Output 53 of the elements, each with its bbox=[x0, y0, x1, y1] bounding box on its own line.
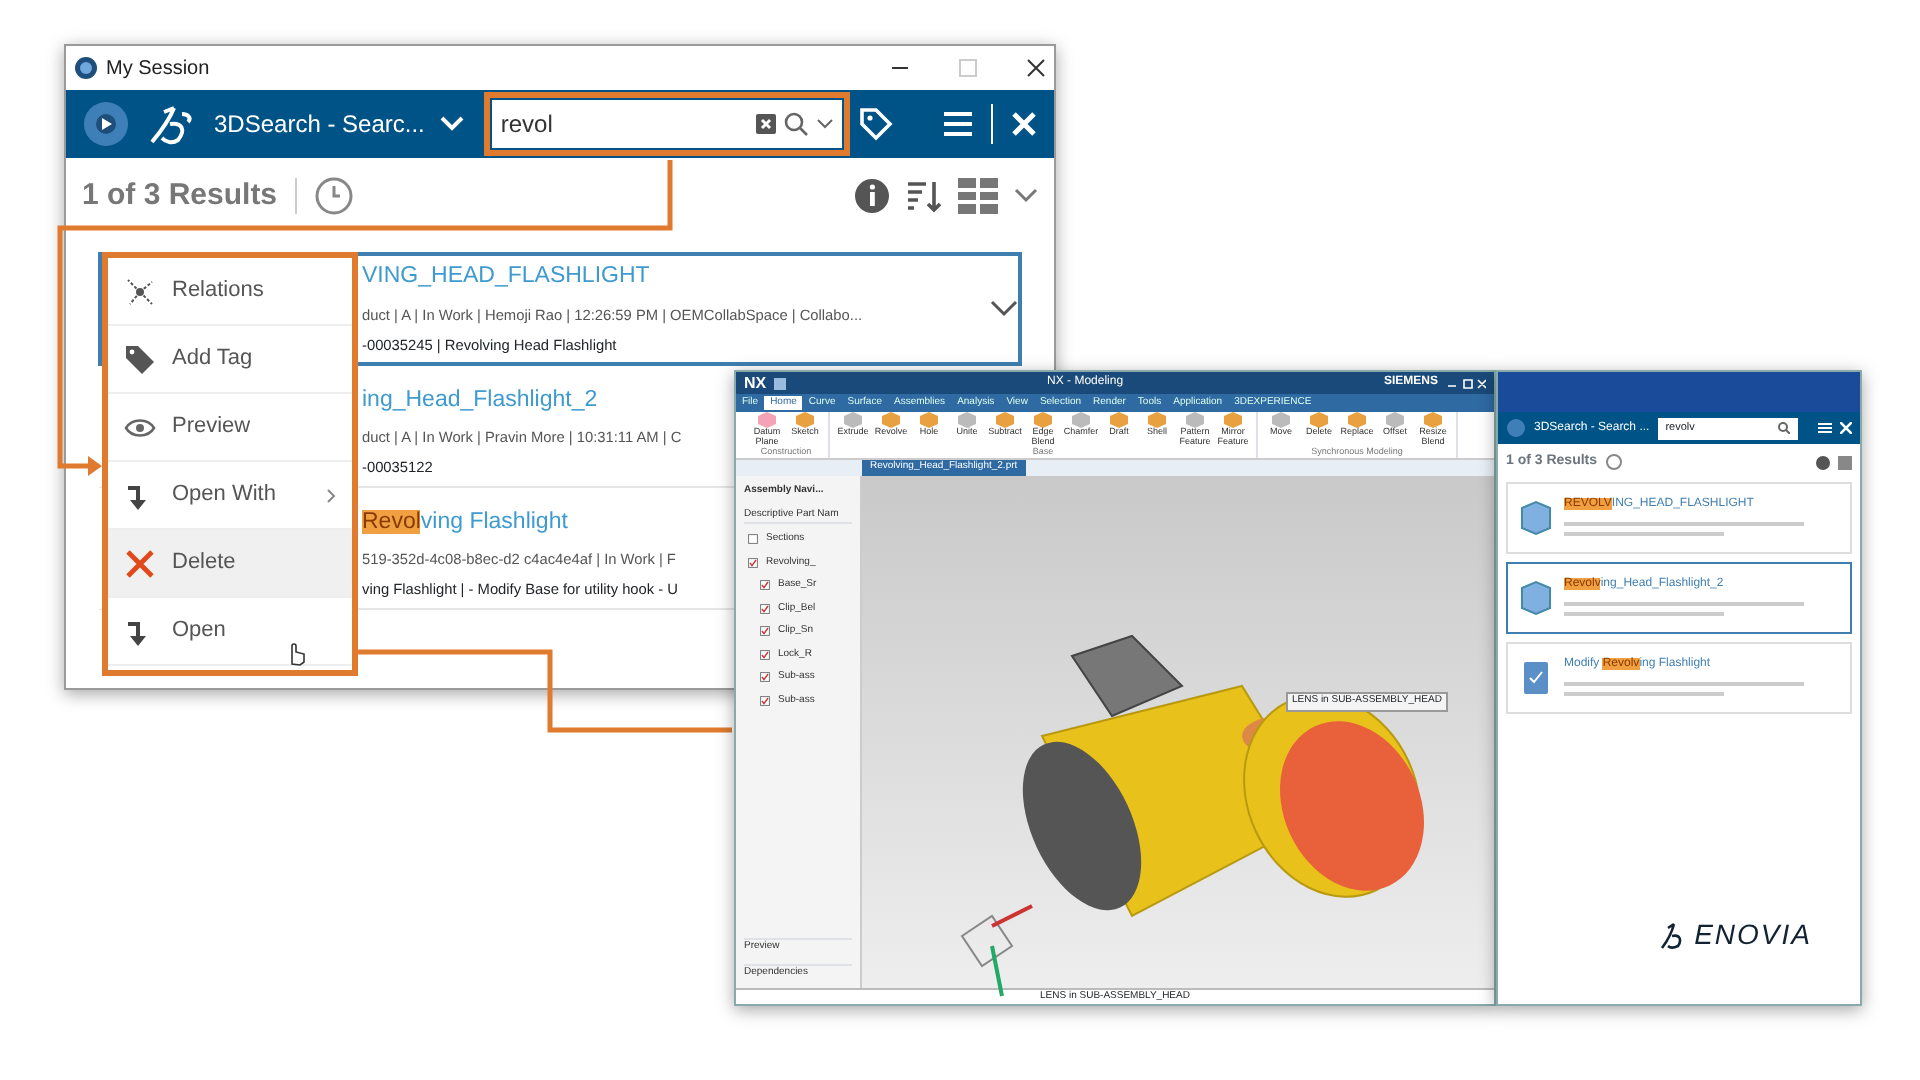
window-title: My Session bbox=[106, 55, 212, 83]
checkbox-icon[interactable] bbox=[748, 534, 758, 545]
axis-triad-icon bbox=[960, 904, 1033, 997]
clock-icon[interactable] bbox=[1605, 454, 1622, 471]
app-logo: NX bbox=[744, 372, 767, 395]
app-title[interactable]: 3DSearch - Searc... bbox=[214, 106, 425, 142]
checkbox-icon[interactable] bbox=[760, 603, 770, 614]
search-field[interactable]: revol bbox=[492, 100, 842, 148]
clear-icon[interactable] bbox=[756, 114, 776, 134]
menu-icon[interactable] bbox=[942, 110, 974, 138]
details-lines-icon bbox=[1564, 522, 1804, 538]
menu-item[interactable]: Delete bbox=[108, 530, 352, 598]
checkbox-icon[interactable] bbox=[760, 695, 770, 706]
checkbox-icon[interactable] bbox=[748, 557, 758, 568]
divider-line-icon bbox=[293, 178, 298, 215]
divider-line-icon bbox=[990, 104, 994, 144]
search-icon[interactable] bbox=[1777, 422, 1790, 434]
info-icon[interactable] bbox=[854, 178, 890, 215]
product-logo: ENOVIA bbox=[1694, 916, 1812, 954]
menu-item[interactable]: Preview bbox=[108, 394, 352, 462]
menu-item[interactable]: Add Tag bbox=[108, 326, 352, 394]
grid-view-icon[interactable] bbox=[1838, 455, 1852, 470]
sort-icon[interactable] bbox=[906, 178, 942, 215]
search-icon[interactable] bbox=[784, 112, 808, 136]
menu-item[interactable]: Relations bbox=[108, 258, 352, 326]
cube-icon bbox=[1516, 497, 1556, 537]
save-icon[interactable] bbox=[774, 377, 787, 389]
result-count: 1 of 3 Results bbox=[82, 176, 278, 216]
window-controls-icon[interactable] bbox=[1446, 377, 1486, 389]
compass-icon[interactable] bbox=[82, 100, 130, 148]
info-icon[interactable] bbox=[1816, 455, 1830, 470]
checkbox-icon[interactable] bbox=[760, 672, 770, 683]
tag-icon bbox=[124, 343, 156, 375]
grid-view-icon[interactable] bbox=[958, 178, 998, 215]
chevron-down-icon[interactable] bbox=[990, 299, 1018, 317]
chevron-down-icon[interactable] bbox=[1014, 188, 1038, 205]
globe-icon bbox=[74, 56, 98, 80]
relations-icon bbox=[124, 275, 156, 307]
details-lines-icon bbox=[1564, 602, 1804, 618]
ds-logo-icon bbox=[146, 102, 198, 146]
menu-icon[interactable] bbox=[1818, 422, 1832, 434]
clock-icon[interactable] bbox=[313, 176, 354, 217]
cube-icon bbox=[1516, 577, 1556, 617]
ds-logo-icon bbox=[1658, 921, 1687, 949]
checkbox-icon[interactable] bbox=[760, 580, 770, 591]
delete-icon bbox=[124, 547, 156, 579]
close-icon[interactable] bbox=[1026, 58, 1046, 78]
tag-icon[interactable] bbox=[858, 106, 894, 142]
result-title[interactable]: Revolving Flashlight bbox=[362, 505, 568, 541]
caret-icon[interactable] bbox=[816, 118, 834, 130]
checkbox-icon[interactable] bbox=[760, 649, 770, 660]
checkbox-icon[interactable] bbox=[760, 626, 770, 637]
details-lines-icon bbox=[1564, 682, 1804, 698]
